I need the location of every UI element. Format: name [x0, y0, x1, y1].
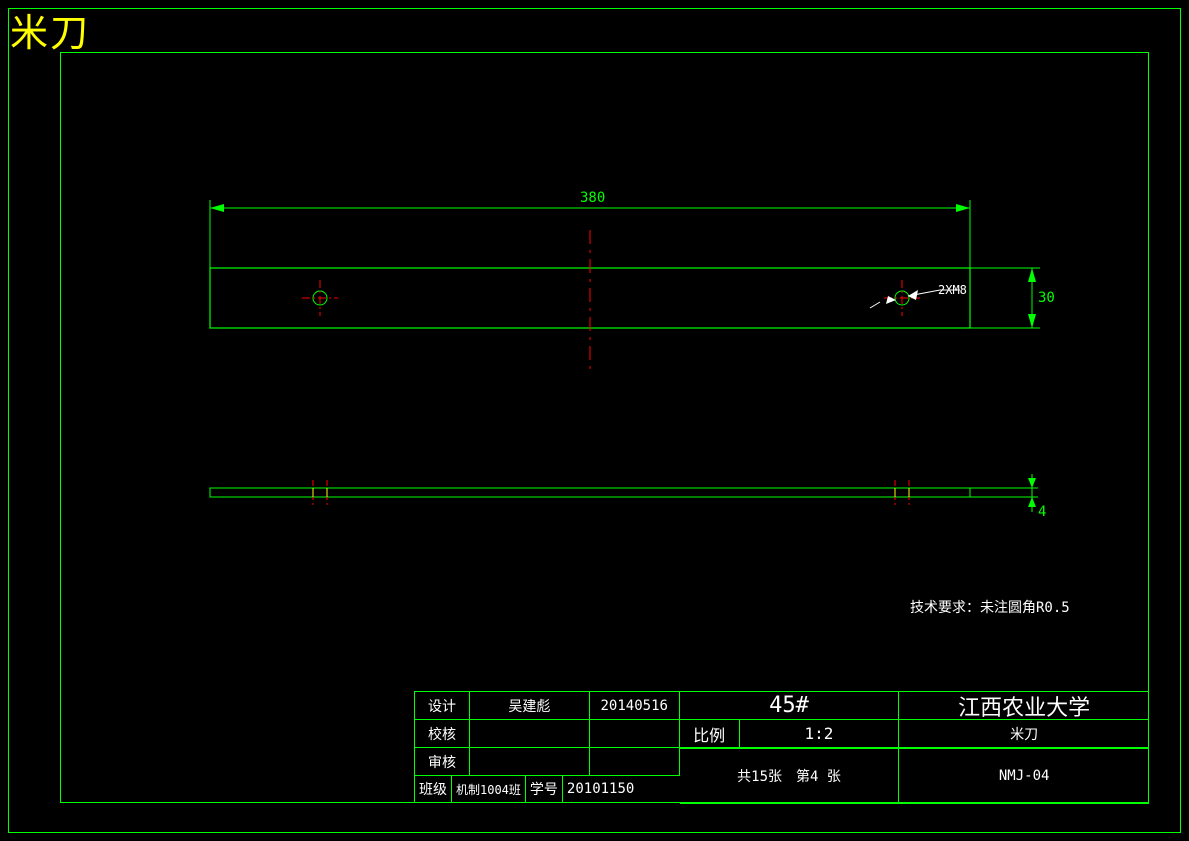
check-date: [590, 720, 680, 748]
title-row-1: 设计 吴建彪 20140516 45# 江西农业大学: [415, 692, 1149, 720]
reviewer-name: [470, 748, 590, 776]
title-row-4: 班级 机制1004班 学号 20101150: [415, 775, 680, 803]
part-name: 米刀: [899, 720, 1149, 748]
title-row-3: 审核 共15张 第4 张 NMJ-04: [415, 748, 1149, 776]
drawing-number: NMJ-04: [899, 748, 1149, 804]
review-date: [590, 748, 680, 776]
student-id-label: 学号: [526, 775, 563, 803]
scale-value: 1:2: [740, 720, 900, 748]
material: 45#: [680, 692, 900, 720]
design-label: 设计: [415, 692, 470, 720]
title-row-2: 校核 比例 1:2 米刀: [415, 720, 1149, 748]
student-id-value: 20101150: [563, 775, 638, 803]
checker-name: [470, 720, 590, 748]
school-name: 江西农业大学: [899, 692, 1149, 720]
designer-name: 吴建彪: [470, 692, 590, 720]
sheet-info: 共15张 第4 张: [680, 748, 900, 804]
class-label: 班级: [415, 775, 452, 803]
scale-label: 比例: [680, 720, 740, 748]
check-label: 校核: [415, 720, 470, 748]
class-value: 机制1004班: [452, 775, 526, 803]
title-block: 设计 吴建彪 20140516 45# 江西农业大学 校核 比例 1:2 米刀 …: [414, 691, 1149, 803]
review-label: 审核: [415, 748, 470, 776]
design-date: 20140516: [590, 692, 680, 720]
